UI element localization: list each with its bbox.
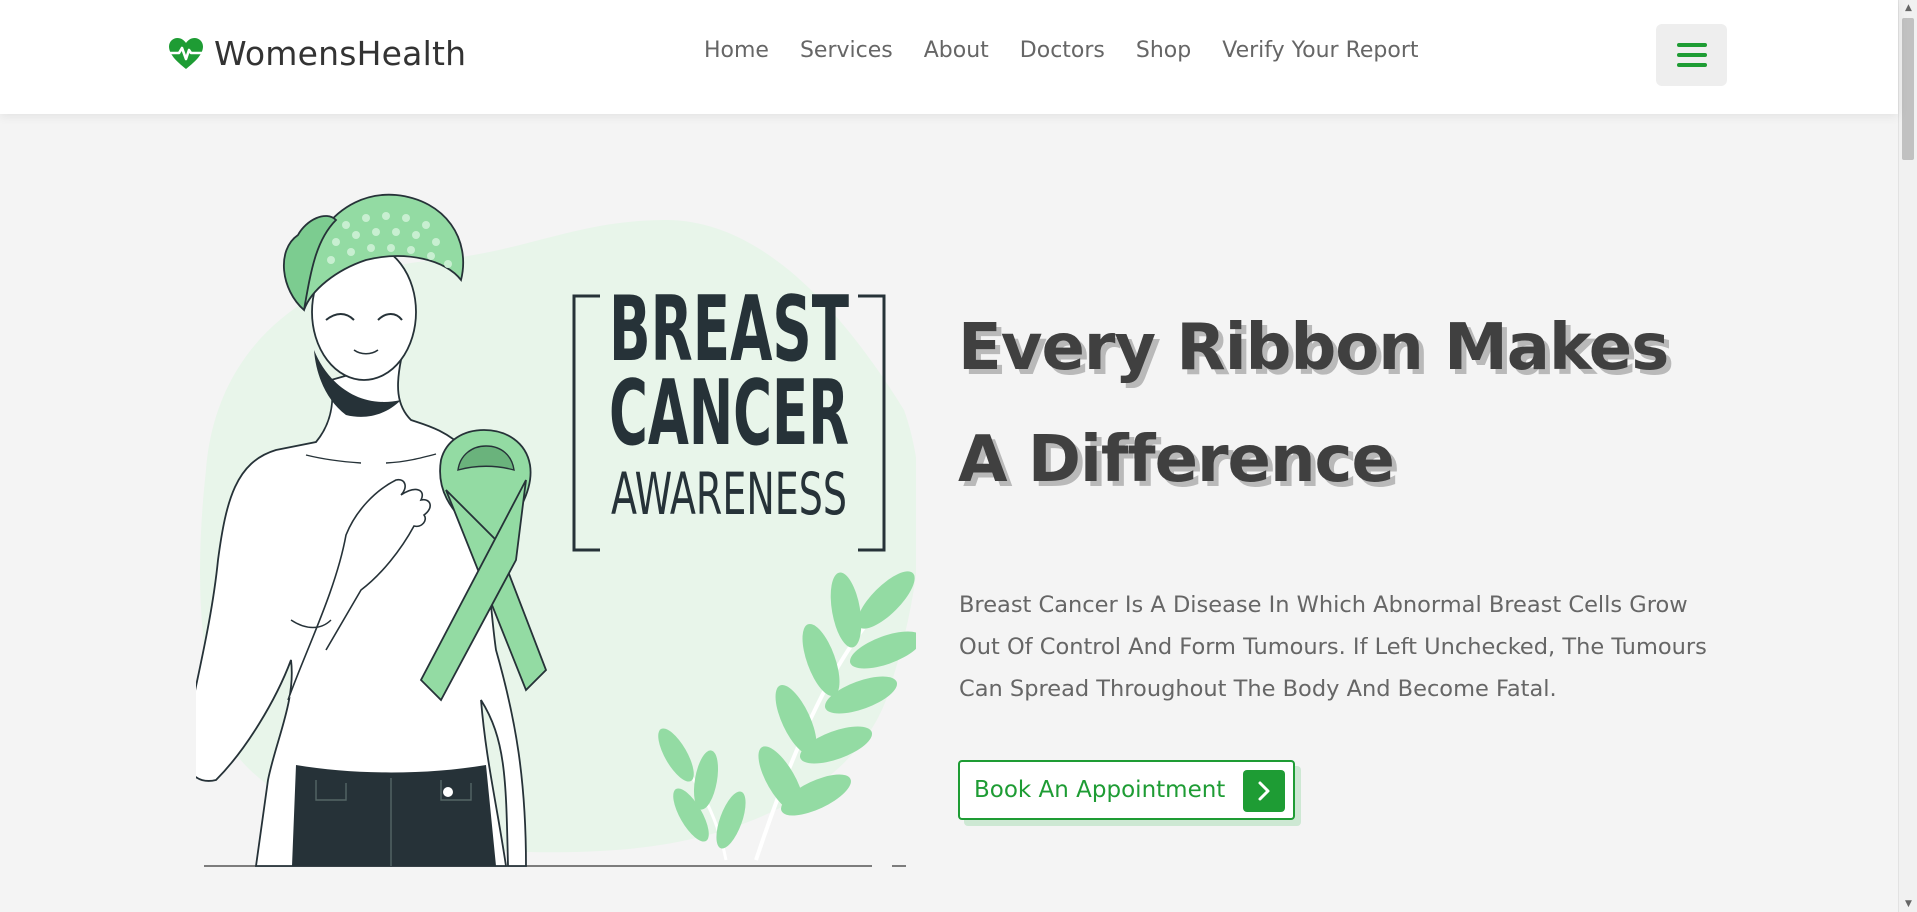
sign-cancer: CANCER xyxy=(609,361,849,466)
nav-doctors[interactable]: Doctors xyxy=(1020,38,1105,63)
breast-cancer-awareness-illustration: BREAST CANCER AWARENESS xyxy=(196,193,916,867)
nav-shop[interactable]: Shop xyxy=(1136,38,1191,63)
hero-description: Breast Cancer Is A Disease In Which Abno… xyxy=(959,592,1707,702)
scroll-up-arrow-icon[interactable]: ▲ xyxy=(1899,0,1917,16)
chevron-right-icon xyxy=(1243,770,1285,812)
hero-title: Every Ribbon Makes A Difference xyxy=(958,311,1669,497)
nav-services[interactable]: Services xyxy=(800,38,893,63)
nav-home[interactable]: Home xyxy=(704,38,769,63)
brand-name: WomensHealth xyxy=(214,34,467,73)
book-appointment-label: Book An Appointment xyxy=(974,777,1226,803)
site-header: WomensHealth Home Services About Doctors… xyxy=(0,0,1898,114)
nav-about[interactable]: About xyxy=(924,38,989,63)
heart-pulse-icon xyxy=(169,37,203,69)
book-appointment-button[interactable]: Book An Appointment xyxy=(958,760,1295,820)
main-nav: Home Services About Doctors Shop Verify … xyxy=(704,38,1450,63)
sign-awareness: AWARENESS xyxy=(611,460,847,528)
nav-verify-report[interactable]: Verify Your Report xyxy=(1222,38,1418,63)
hamburger-menu-icon xyxy=(1676,43,1707,47)
scrollbar-thumb[interactable] xyxy=(1902,18,1914,160)
logo[interactable]: WomensHealth xyxy=(168,34,466,73)
scroll-down-arrow-icon[interactable]: ▼ xyxy=(1899,896,1917,912)
page-scrollbar[interactable]: ▲ ▼ xyxy=(1898,0,1917,912)
hamburger-menu-button[interactable] xyxy=(1656,24,1727,86)
